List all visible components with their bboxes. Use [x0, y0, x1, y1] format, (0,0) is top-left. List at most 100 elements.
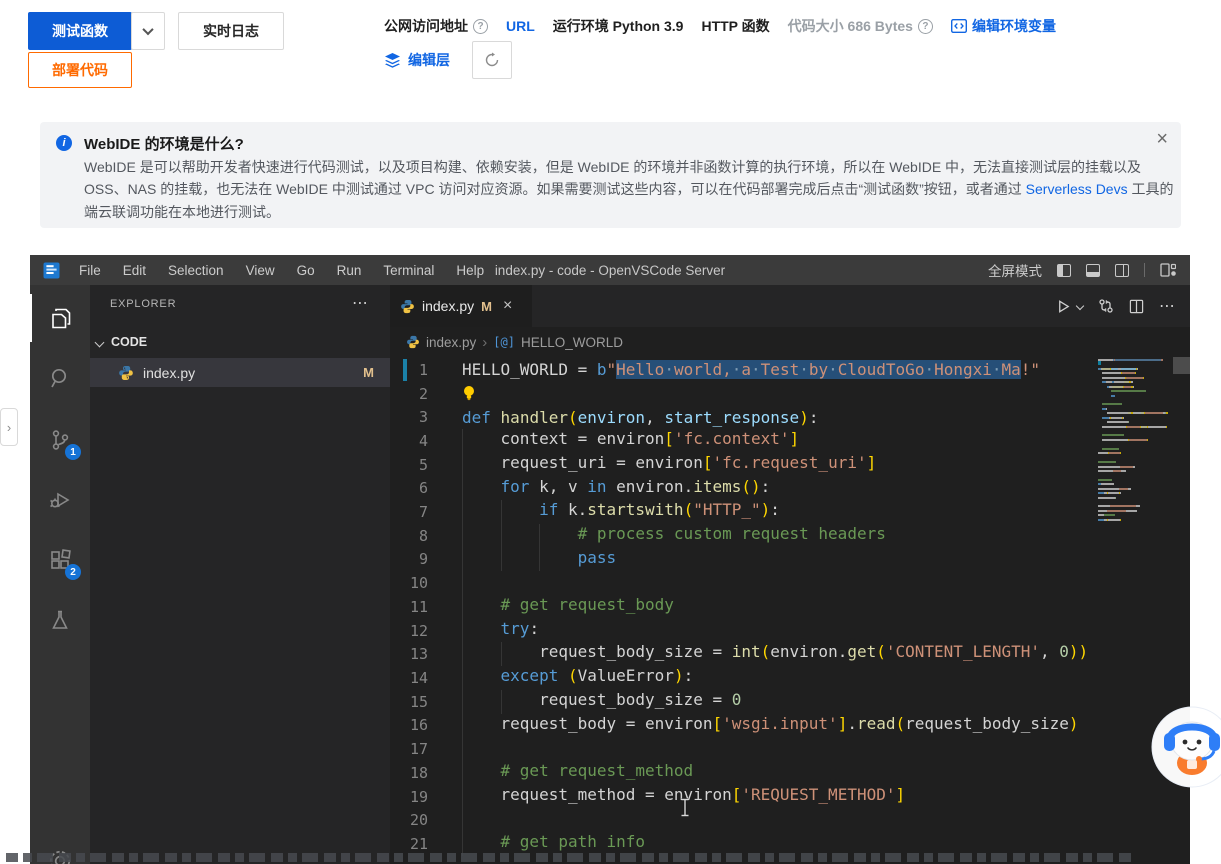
edit-env-vars-link[interactable]: 编辑环境变量	[951, 16, 1056, 36]
symbol-constant-icon: [@]	[493, 335, 515, 349]
breadcrumb-file[interactable]: index.py	[426, 335, 476, 350]
line-number: 17	[390, 740, 462, 758]
python-file-icon	[118, 365, 134, 381]
code-line[interactable]: 2	[390, 382, 1190, 406]
python-file-icon	[400, 299, 415, 314]
code-editor[interactable]: 1HELLO_WORLD = b"Hello·world,·a·Test·by·…	[390, 357, 1190, 864]
extensions-badge: 2	[65, 564, 81, 580]
code-line[interactable]: 15request_body_size = 0	[390, 690, 1190, 714]
code-line[interactable]: 14except (ValueError):	[390, 666, 1190, 690]
folder-code-row[interactable]: CODE	[90, 329, 390, 355]
edit-layer-link[interactable]: 编辑层	[408, 50, 450, 70]
code-line[interactable]: 16request_body = environ['wsgi.input'].r…	[390, 714, 1190, 738]
close-icon[interactable]: ×	[503, 298, 512, 314]
line-number: 3	[390, 408, 462, 426]
menu-view[interactable]: View	[235, 263, 286, 278]
toggle-panel-icon[interactable]	[1086, 264, 1100, 277]
refresh-button[interactable]	[472, 41, 512, 79]
help-icon[interactable]: ?	[918, 19, 933, 34]
menu-selection[interactable]: Selection	[157, 263, 235, 278]
help-icon[interactable]: ?	[473, 19, 488, 34]
menu-terminal[interactable]: Terminal	[372, 263, 445, 278]
chevron-down-icon	[95, 337, 105, 347]
info-icon: i	[56, 135, 72, 151]
line-number: 5	[390, 456, 462, 474]
code-line[interactable]: 8# process custom request headers	[390, 524, 1190, 548]
realtime-logs-button[interactable]: 实时日志	[178, 12, 284, 50]
source-control-icon[interactable]: 1	[30, 416, 90, 464]
run-dropdown-icon[interactable]	[1076, 302, 1084, 310]
overview-ruler-selection-marker	[1173, 357, 1190, 374]
code-size-label: 代码大小 686 Bytes	[788, 16, 913, 36]
extensions-icon[interactable]: 2	[30, 536, 90, 584]
close-icon[interactable]: ×	[1156, 129, 1168, 149]
code-line[interactable]: 19request_method = environ['REQUEST_METH…	[390, 785, 1190, 809]
explorer-header: EXPLORER	[110, 298, 176, 310]
line-number: 16	[390, 716, 462, 734]
run-icon[interactable]	[1056, 299, 1071, 314]
toggle-secondary-sidebar-icon[interactable]	[1115, 264, 1129, 277]
file-row-indexpy[interactable]: index.py M	[90, 358, 390, 387]
menu-file[interactable]: File	[68, 263, 112, 278]
test-function-button[interactable]: 测试函数	[28, 12, 132, 50]
code-line[interactable]: 7if k.startswith("HTTP_"):	[390, 500, 1190, 524]
menu-bar: FileEditSelectionViewGoRunTerminalHelp	[68, 263, 495, 278]
menu-go[interactable]: Go	[286, 263, 326, 278]
code-line[interactable]: 5request_uri = environ['fc.request_uri']	[390, 453, 1190, 477]
code-line[interactable]: 9pass	[390, 548, 1190, 572]
tab-label: index.py	[422, 298, 474, 314]
code-line[interactable]: 4context = environ['fc.context']	[390, 429, 1190, 453]
customize-layout-icon[interactable]	[1160, 263, 1176, 277]
testing-icon[interactable]	[30, 596, 90, 644]
line-number: 11	[390, 598, 462, 616]
git-modified-gutter-marker	[403, 359, 407, 381]
code-line[interactable]: 11# get request_body	[390, 595, 1190, 619]
more-actions-icon[interactable]: ⋯	[1159, 296, 1176, 316]
breadcrumb-symbol[interactable]: HELLO_WORLD	[521, 335, 623, 350]
lightbulb-icon[interactable]	[462, 385, 476, 401]
url-link[interactable]: URL	[506, 18, 535, 34]
split-editor-icon[interactable]	[1129, 299, 1144, 314]
line-number: 12	[390, 622, 462, 640]
test-function-dropdown-button[interactable]	[131, 12, 165, 50]
code-lines: 1HELLO_WORLD = b"Hello·world,·a·Test·by·…	[390, 358, 1190, 856]
menu-edit[interactable]: Edit	[112, 263, 157, 278]
search-icon[interactable]	[30, 354, 90, 402]
code-line[interactable]: 6for k, v in environ.items():	[390, 477, 1190, 501]
code-line[interactable]: 13request_body_size = int(environ.get('C…	[390, 642, 1190, 666]
chevron-down-icon	[142, 24, 153, 35]
tab-indexpy[interactable]: index.py M ×	[390, 285, 532, 327]
code-line[interactable]: 20	[390, 808, 1190, 832]
more-actions-icon[interactable]: ⋯	[352, 293, 368, 313]
open-changes-icon[interactable]	[1098, 298, 1114, 314]
code-line[interactable]: 18# get request_method	[390, 761, 1190, 785]
panel-expander-button[interactable]: ›	[0, 408, 18, 446]
activity-bar: 1 2	[30, 285, 90, 864]
explorer-sidebar: EXPLORER ⋯ CODE index.py M	[90, 285, 390, 864]
serverless-devs-link[interactable]: Serverless Devs	[1026, 181, 1128, 197]
titlebar: index.py - code - OpenVSCode Server File…	[30, 255, 1190, 285]
line-number: 9	[390, 550, 462, 568]
code-line[interactable]: 3def handler(environ, start_response):	[390, 405, 1190, 429]
banner-title: WebIDE 的环境是什么?	[84, 133, 244, 154]
breadcrumbs: index.py › [@] HELLO_WORLD	[390, 327, 1190, 357]
explorer-icon[interactable]	[30, 294, 90, 342]
run-debug-icon[interactable]	[30, 476, 90, 524]
fullscreen-mode-label[interactable]: 全屏模式	[988, 260, 1042, 280]
file-name: index.py	[143, 365, 195, 381]
openvscode-logo-icon	[43, 262, 60, 279]
scm-badge: 1	[65, 444, 81, 460]
code-line[interactable]: 1HELLO_WORLD = b"Hello·world,·a·Test·by·…	[390, 358, 1190, 382]
menu-help[interactable]: Help	[445, 263, 495, 278]
git-modified-badge: M	[363, 365, 374, 380]
line-number: 4	[390, 432, 462, 450]
code-line[interactable]: 12try:	[390, 619, 1190, 643]
code-line[interactable]: 10	[390, 571, 1190, 595]
refresh-icon	[484, 52, 500, 68]
titlebar-separator	[1144, 263, 1145, 277]
toggle-sidebar-icon[interactable]	[1057, 264, 1071, 277]
menu-run[interactable]: Run	[326, 263, 373, 278]
code-line[interactable]: 17	[390, 737, 1190, 761]
customer-service-chatbot[interactable]	[1150, 705, 1221, 789]
deploy-code-button[interactable]: 部署代码	[28, 52, 132, 88]
